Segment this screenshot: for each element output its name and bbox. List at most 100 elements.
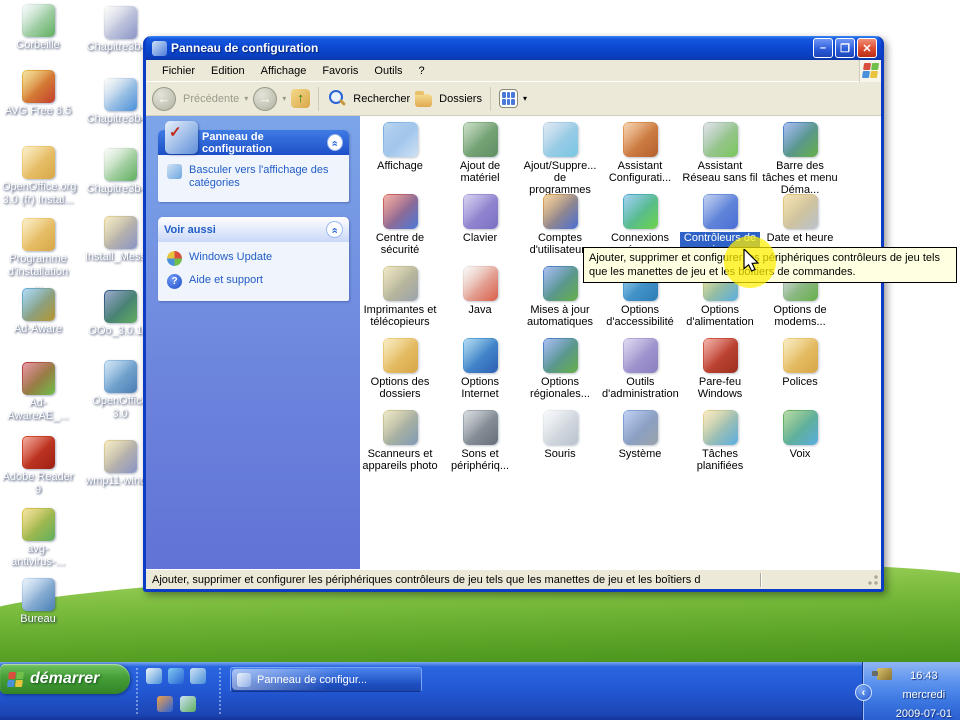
control-panel-item-label: Barre des tâches et menu Déma...: [762, 160, 838, 196]
collapse-chevron-icon[interactable]: «: [327, 134, 343, 151]
control-panel-item[interactable]: Polices: [760, 336, 840, 408]
desktop-icon[interactable]: Corbeille: [2, 4, 74, 52]
forward-dropdown-icon[interactable]: ▾: [282, 94, 286, 103]
msn-icon[interactable]: [180, 696, 196, 712]
desktop-icon[interactable]: Adobe Reader 9: [2, 436, 74, 497]
control-panel-item[interactable]: Java: [440, 264, 520, 336]
desktop-icon-label: Corbeille: [16, 39, 60, 51]
desktop-icon-label: AVG Free 8.5: [4, 105, 72, 117]
fonts-icon: [782, 338, 818, 373]
views-button[interactable]: [498, 89, 518, 108]
folders-icon[interactable]: [415, 90, 433, 107]
menu-item-outils[interactable]: Outils: [366, 63, 410, 79]
security-center-icon: [382, 194, 418, 229]
control-panel-item[interactable]: Ajout/Suppre... de programmes: [520, 120, 600, 196]
back-dropdown-icon[interactable]: ▾: [244, 94, 248, 103]
windows-firewall-icon: [702, 338, 738, 373]
taskbar-startmenu-icon: [782, 122, 818, 157]
menu-item-edition[interactable]: Edition: [203, 63, 253, 79]
control-panel-item[interactable]: Assistant Configurati...: [600, 120, 680, 192]
printers-fax-icon: [382, 266, 418, 301]
help-support-icon: ?: [167, 274, 182, 289]
tray-day: mercredi: [902, 689, 946, 701]
menu-item-fichier[interactable]: Fichier: [154, 63, 203, 79]
quicklaunch-separator: [219, 668, 222, 714]
folder-icon: [21, 218, 55, 251]
control-panel-item[interactable]: Imprimantes et télécopieurs: [360, 264, 440, 336]
close-button[interactable]: ✕: [857, 38, 877, 58]
tray-key-icon[interactable]: [872, 668, 892, 680]
control-panel-item[interactable]: Tâches planifiées: [680, 408, 760, 480]
task-pane-link-label: Windows Update: [189, 251, 273, 263]
control-panel-item[interactable]: Options régionales...: [520, 336, 600, 408]
control-panel-item[interactable]: Système: [600, 408, 680, 480]
outlook-express-icon[interactable]: [190, 668, 206, 684]
back-label[interactable]: Précédente: [183, 93, 239, 105]
resize-grip[interactable]: [867, 573, 879, 586]
views-dropdown-icon[interactable]: ▾: [523, 94, 527, 103]
menu-item-help[interactable]: ?: [411, 63, 433, 79]
taskbar-task-button[interactable]: Panneau de configur...: [230, 667, 422, 692]
control-panel-item-label: Options d'accessibilité: [606, 304, 674, 328]
adobe-reader-icon: [21, 436, 55, 469]
control-panel-item[interactable]: Clavier: [440, 192, 520, 264]
search-icon[interactable]: [327, 89, 346, 108]
task-pane-link[interactable]: Windows Update: [167, 251, 341, 266]
control-panel-item[interactable]: Sons et périphériq...: [440, 408, 520, 480]
search-button[interactable]: Rechercher: [353, 93, 410, 105]
mouse-cursor: [742, 247, 762, 275]
control-panel-item[interactable]: Assistant Réseau sans fil: [680, 120, 760, 192]
desktop-icon[interactable]: Ad-Aware: [2, 288, 74, 336]
desktop-icon-label: Adobe Reader 9: [2, 471, 74, 496]
task-pane-link[interactable]: ? Aide et support: [167, 274, 341, 289]
control-panel-item-label: Mises à jour automatiques: [526, 304, 594, 328]
folders-button[interactable]: Dossiers: [439, 93, 482, 105]
desktop-icon[interactable]: Bureau: [2, 578, 74, 626]
desktop-icon-label: OpenOffice.org 3.0 (fr) Instal...: [2, 181, 77, 206]
windows-update-icon: [167, 251, 182, 266]
task-pane-link[interactable]: Basculer vers l'affichage des catégories: [167, 164, 341, 190]
control-panel-item[interactable]: Scanneurs et appareils photo: [360, 408, 440, 480]
control-panel-item[interactable]: Souris: [520, 408, 600, 480]
maximize-button[interactable]: ❐: [835, 38, 855, 58]
window-title: Panneau de configuration: [171, 41, 319, 55]
back-button[interactable]: ←: [152, 86, 176, 111]
desktop-icon[interactable]: Programme d'installation ...: [2, 218, 74, 292]
control-panel-item-label: Options de modems...: [773, 304, 827, 328]
forward-button[interactable]: →: [253, 86, 278, 111]
control-panel-item[interactable]: Options des dossiers: [360, 336, 440, 408]
desktop-icon[interactable]: avg-antivirus-...: [2, 508, 74, 569]
control-panel-item[interactable]: Voix: [760, 408, 840, 480]
control-panel-item[interactable]: Centre de sécurité: [360, 192, 440, 264]
see-also-pane: Voir aussi « Windows Update? Aide et supp…: [158, 217, 349, 301]
control-panel-item[interactable]: Ajout de matériel: [440, 120, 520, 192]
internet-explorer-file-icon: [103, 78, 137, 111]
display-icon: [382, 122, 418, 157]
hide-tray-icons-chevron[interactable]: ‹: [855, 684, 872, 701]
desktop-icon[interactable]: OpenOffice.org 3.0 (fr) Instal...: [2, 146, 77, 207]
tray-clock[interactable]: 16:43 mercredi 2009-07-01: [896, 667, 952, 720]
internet-explorer-icon[interactable]: [168, 668, 184, 684]
media-player-icon[interactable]: [157, 696, 173, 712]
menu-item-affichage[interactable]: Affichage: [253, 63, 315, 79]
control-panel-item-label: Assistant Réseau sans fil: [682, 160, 758, 184]
control-panel-item[interactable]: Barre des tâches et menu Déma...: [760, 120, 840, 196]
menu-item-favoris[interactable]: Favoris: [314, 63, 366, 79]
control-panel-item[interactable]: Options Internet: [440, 336, 520, 408]
titlebar[interactable]: Panneau de configuration – ❐ ✕: [146, 36, 881, 60]
minimize-button[interactable]: –: [813, 38, 833, 58]
control-panel-item[interactable]: Pare-feu Windows: [680, 336, 760, 408]
control-panel-item-label: Options d'alimentation: [686, 304, 754, 328]
control-panel-item[interactable]: Affichage: [360, 120, 440, 192]
desktop-icon[interactable]: AVG Free 8.5: [2, 70, 74, 118]
control-panel-item-label: Scanneurs et appareils photo: [362, 448, 438, 472]
taskbar: démarrer Panneau de configur... ‹ 16:43 …: [0, 662, 960, 720]
collapse-chevron-icon[interactable]: «: [326, 221, 343, 238]
show-desktop-icon[interactable]: [146, 668, 162, 684]
java-icon: [462, 266, 498, 301]
task-pane-link-label: Basculer vers l'affichage des catégories: [189, 164, 329, 189]
up-button[interactable]: ↑: [291, 89, 311, 108]
desktop-icon[interactable]: Ad-AwareAE_...: [2, 362, 74, 423]
control-panel-item[interactable]: Outils d'administration: [600, 336, 680, 408]
start-button[interactable]: démarrer: [0, 664, 130, 694]
